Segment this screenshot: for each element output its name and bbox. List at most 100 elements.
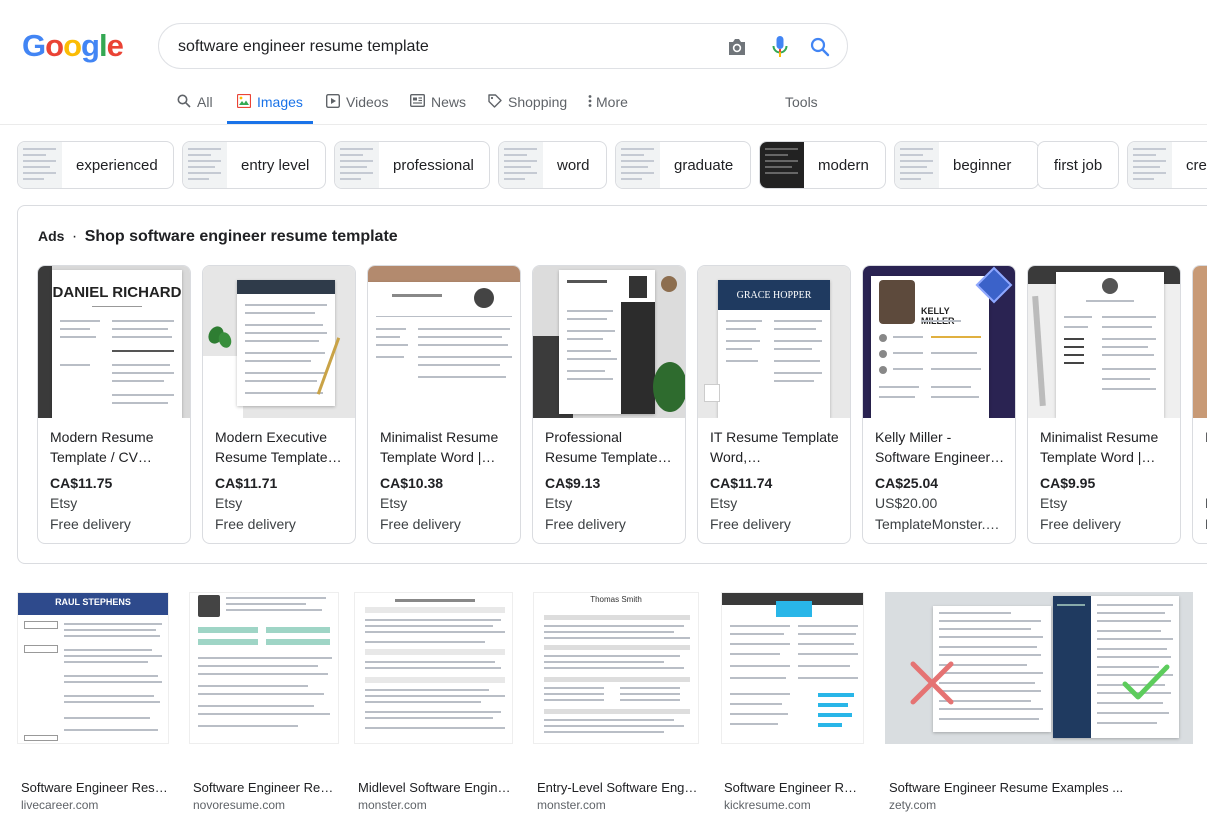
google-logo[interactable]: Google [22,28,124,64]
ad-seller: Etsy [710,495,738,511]
ad-card[interactable]: KELLY MILLER Kelly Miller - Software Eng… [862,265,1016,544]
ad-seller: Etsy [545,495,573,511]
ad-price: CA$11.75 [50,475,113,491]
ad-delivery: Free delivery [50,516,131,532]
chip-label: first job [1053,156,1103,174]
ad-title: IT Resume Template Word,… [710,429,839,465]
ad-title: Professional Resume Template… [545,429,672,465]
ad-delivery: Free delivery [710,516,791,532]
chip-thumbnail [18,142,62,188]
search-input[interactable] [178,36,698,58]
result-title[interactable]: Software Engineer Resume Examples ... [889,780,1189,795]
ad-delivery: Free delivery [380,516,461,532]
tab-shopping[interactable]: Shopping [488,86,567,124]
news-icon [410,94,425,107]
chip-thumbnail [499,142,543,188]
tools-button[interactable]: Tools [785,86,818,124]
search-icon [177,94,191,108]
ad-image: GRACE HOPPER [698,266,850,418]
ad-image [533,266,685,418]
chip-entry-level[interactable]: entry level [182,141,326,189]
result-site: monster.com [358,798,427,812]
tab-news[interactable]: News [410,86,466,124]
image-icon [237,94,251,108]
ads-separator: · [71,228,78,245]
ad-card[interactable]: Professional Resume Template… CA$9.13 Et… [532,265,686,544]
chip-label: professional [393,156,474,174]
logo-letter: o [45,28,64,63]
ad-image: DANIEL RICHARD [38,266,190,418]
ad-seller: Etsy [380,495,408,511]
search-icon[interactable] [808,35,832,59]
chip-modern[interactable]: modern [759,141,886,189]
result-title[interactable]: Software Engineer Res… [724,780,864,795]
tab-all[interactable]: All [177,86,213,124]
ad-card[interactable]: I E F [1192,265,1207,544]
ad-title: Modern Resume Template / CV… [50,429,154,465]
ad-image [1028,266,1180,418]
chip-thumbnail [335,142,379,188]
tab-more[interactable]: More [588,86,628,124]
tab-label: Shopping [508,94,568,110]
ad-image [1193,266,1207,418]
ad-delivery: Free delivery [215,516,296,532]
chip-word[interactable]: word [498,141,607,189]
result-title[interactable]: Software Engineer Resu… [21,780,169,795]
chip-thumbnail [1128,142,1172,188]
tab-label: Images [257,94,303,110]
logo-letter: l [98,28,108,63]
ad-title: Minimalist Resume Template Word |… [1040,429,1159,465]
result-site: monster.com [537,798,606,812]
chip-cre[interactable]: cre [1127,141,1207,189]
ad-card[interactable]: DANIEL RICHARD Modern Resume Template / … [37,265,191,544]
chip-thumbnail [895,142,939,188]
logo-letter: G [22,28,46,63]
ad-image: KELLY MILLER [863,266,1015,418]
ads-heading: Ads · Shop software engineer resume temp… [38,228,398,246]
tab-label: News [431,94,467,110]
ad-title: Minimalist Resume Template Word |… [380,429,499,465]
tag-icon [488,94,502,108]
tab-images[interactable]: Images [227,86,313,124]
tab-videos[interactable]: Videos [326,86,389,124]
result-title[interactable]: Midlevel Software Engine… [358,780,513,795]
ad-title: Modern Executive Resume Template… [215,429,342,465]
chip-thumbnail [616,142,660,188]
ad-card[interactable]: Modern Executive Resume Template… CA$11.… [202,265,356,544]
tab-label: All [197,94,213,110]
ad-card[interactable]: Minimalist Resume Template Word |… CA$10… [367,265,521,544]
ad-seller: Etsy [215,495,243,511]
chip-beginner[interactable]: beginner [894,141,1039,189]
tab-label: Videos [346,94,389,110]
result-image [354,592,513,744]
ad-card[interactable]: Minimalist Resume Template Word |… CA$9.… [1027,265,1181,544]
chip-label: entry level [241,156,310,174]
tab-label: More [596,94,628,110]
check-mark-icon [1122,664,1170,700]
ad-image [368,266,520,418]
logo-letter: e [106,28,124,63]
chip-label: experienced [76,156,158,174]
chip-first-job[interactable]: first job [1037,141,1119,189]
camera-icon[interactable] [725,35,749,59]
ad-image-text: GRACE HOPPER [736,290,812,301]
ad-card[interactable]: GRACE HOPPER IT Resume Template Word,… C… [697,265,851,544]
chip-label: modern [818,156,869,174]
result-title[interactable]: Entry-Level Software Engin… [537,780,699,795]
chip-graduate[interactable]: graduate [615,141,751,189]
logo-letter: g [81,28,100,63]
mic-icon[interactable] [768,35,792,59]
result-site: kickresume.com [724,798,811,812]
chip-professional[interactable]: professional [334,141,490,189]
chip-label: graduate [674,156,734,174]
result-title[interactable]: Software Engineer Res… [193,780,339,795]
chip-label: beginner [953,156,1012,174]
more-vert-icon [588,95,592,107]
ad-price: CA$9.13 [545,475,601,491]
ad-price: CA$9.95 [1040,475,1096,491]
chip-experienced[interactable]: experienced [17,141,174,189]
result-image-text: RAUL STEPHENS [55,597,131,607]
ads-tag: Ads [38,228,65,244]
ad-image-text: KELLY MILLER [921,306,955,326]
chip-label: word [557,156,590,174]
